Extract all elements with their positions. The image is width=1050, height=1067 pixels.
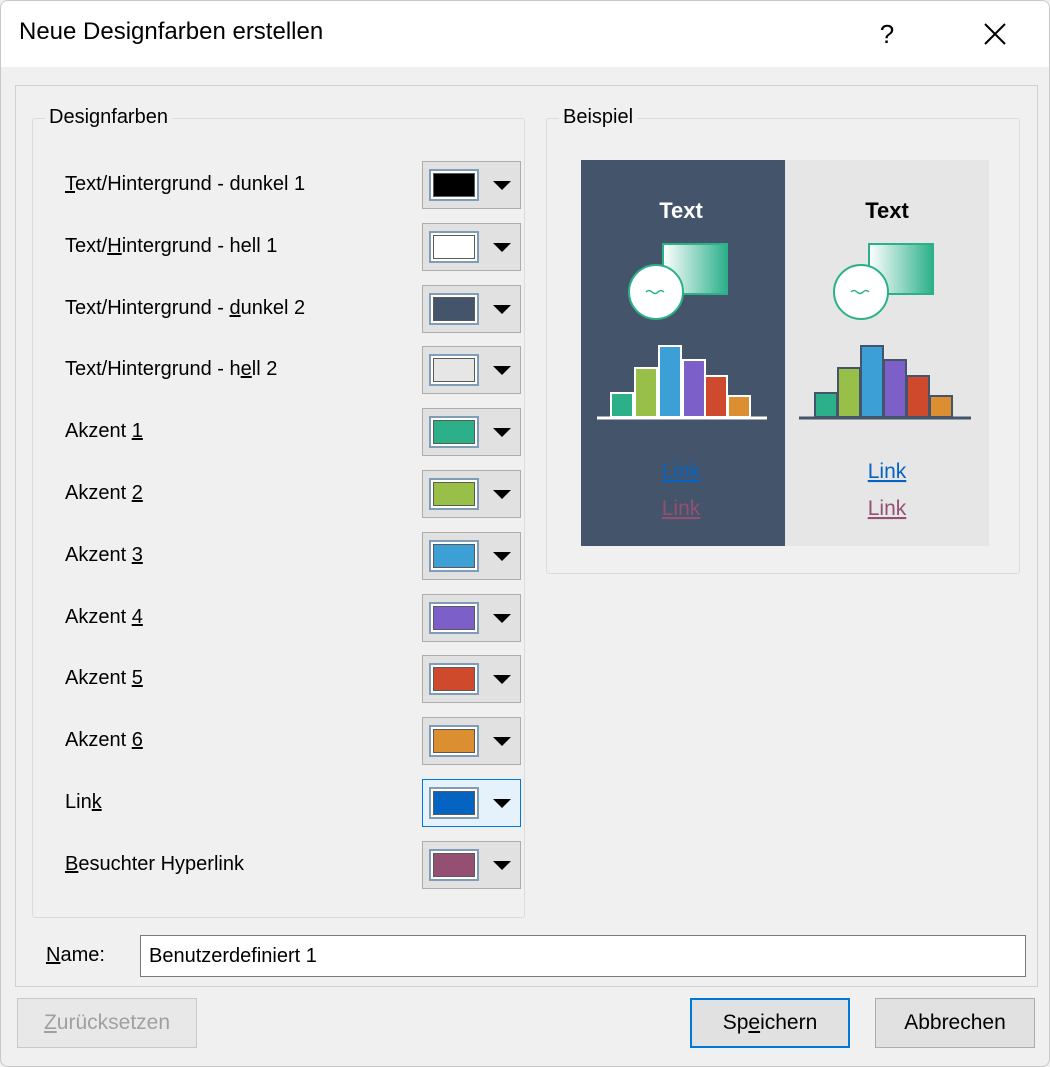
- dialog-window: Neue Designfarben erstellen ? Designfarb…: [0, 0, 1050, 1067]
- dropdown-arrow-icon: [493, 799, 511, 808]
- color-picker-button[interactable]: [422, 531, 521, 580]
- color-label: Text/Hintergrund - dunkel 2: [65, 296, 306, 319]
- color-label: Akzent 3: [65, 543, 143, 566]
- preview-light-text: Text: [865, 198, 909, 223]
- color-picker-button[interactable]: [422, 284, 521, 333]
- color-picker-button[interactable]: [422, 408, 521, 457]
- color-swatch: [433, 296, 475, 321]
- color-swatch-frame: [429, 354, 479, 387]
- color-swatch: [433, 420, 475, 445]
- color-swatch-frame: [429, 539, 479, 572]
- dialog-title: Neue Designfarben erstellen: [19, 18, 324, 45]
- title-bar: Neue Designfarben erstellen ?: [1, 1, 1049, 67]
- content-frame: Designfarben Text/Hintergrund - dunkel 1…: [15, 85, 1038, 987]
- color-swatch: [433, 667, 475, 692]
- dropdown-arrow-icon: [493, 366, 511, 376]
- color-picker-button[interactable]: [422, 222, 521, 271]
- color-swatch-frame: [429, 787, 479, 819]
- color-swatch-frame: [429, 169, 479, 201]
- color-swatch-frame: [429, 292, 479, 325]
- reset-button[interactable]: Zurücksetzen: [17, 998, 197, 1048]
- help-button[interactable]: ?: [859, 9, 915, 59]
- color-picker-button[interactable]: [422, 593, 521, 642]
- help-icon: ?: [879, 18, 895, 49]
- theme-preview: Text Text Link Link Link Link: [581, 160, 989, 546]
- cancel-button[interactable]: Abbrechen: [875, 998, 1035, 1048]
- color-swatch: [433, 358, 475, 383]
- color-swatch: [433, 173, 475, 197]
- color-label: Link: [65, 791, 102, 813]
- color-picker-button[interactable]: [422, 470, 521, 518]
- dropdown-arrow-icon: [493, 551, 511, 561]
- color-swatch-frame: [429, 230, 479, 263]
- color-picker-button[interactable]: [422, 840, 521, 889]
- preview-dark-visited-link: Link: [662, 497, 701, 520]
- color-swatch: [433, 791, 475, 815]
- color-label: Text/Hintergrund - hell 1: [65, 234, 278, 257]
- color-label: Text/Hintergrund - dunkel 1: [65, 173, 306, 195]
- color-swatch: [433, 543, 475, 568]
- color-picker-button[interactable]: [422, 717, 521, 766]
- example-legend: Beispiel: [559, 106, 638, 129]
- design-colors-legend: Designfarben: [45, 106, 172, 129]
- dropdown-arrow-icon: [493, 613, 511, 623]
- color-swatch: [433, 605, 475, 630]
- design-colors-group: Designfarben Text/Hintergrund - dunkel 1…: [32, 106, 525, 918]
- preview-light-link: Link: [868, 460, 907, 483]
- color-swatch-frame: [429, 663, 479, 696]
- color-swatch-frame: [429, 416, 479, 449]
- color-label: Akzent 5: [65, 667, 143, 690]
- color-label: Besuchter Hyperlink: [65, 852, 244, 875]
- dropdown-arrow-icon: [493, 490, 511, 499]
- preview-dark-text: Text: [659, 198, 703, 223]
- dropdown-arrow-icon: [493, 737, 511, 747]
- color-swatch-frame: [429, 848, 479, 881]
- color-swatch: [433, 852, 475, 877]
- color-label: Akzent 6: [65, 729, 143, 752]
- close-icon: [984, 23, 1006, 45]
- color-swatch: [433, 234, 475, 259]
- preview-light-visited-link: Link: [868, 497, 907, 520]
- dropdown-arrow-icon: [493, 304, 511, 314]
- color-picker-button[interactable]: [422, 779, 521, 827]
- color-label: Akzent 2: [65, 482, 143, 504]
- color-picker-button[interactable]: [422, 655, 521, 704]
- dropdown-arrow-icon: [493, 428, 511, 438]
- color-swatch-frame: [429, 725, 479, 758]
- color-label: Text/Hintergrund - hell 2: [65, 358, 278, 381]
- color-swatch: [433, 482, 475, 506]
- close-button[interactable]: [967, 9, 1023, 59]
- color-swatch: [433, 729, 475, 754]
- color-label: Akzent 1: [65, 420, 143, 443]
- name-label: Name:: [46, 944, 105, 966]
- color-picker-button[interactable]: [422, 346, 521, 395]
- dropdown-arrow-icon: [493, 860, 511, 870]
- color-swatch-frame: [429, 478, 479, 510]
- preview-dark-link: Link: [662, 460, 701, 483]
- color-picker-button[interactable]: [422, 161, 521, 209]
- color-label: Akzent 4: [65, 605, 143, 628]
- dropdown-arrow-icon: [493, 675, 511, 685]
- dropdown-arrow-icon: [493, 242, 511, 252]
- save-button[interactable]: Sp e ichern: [690, 998, 850, 1048]
- dropdown-arrow-icon: [493, 181, 511, 190]
- name-input[interactable]: [140, 935, 1026, 977]
- color-swatch-frame: [429, 601, 479, 634]
